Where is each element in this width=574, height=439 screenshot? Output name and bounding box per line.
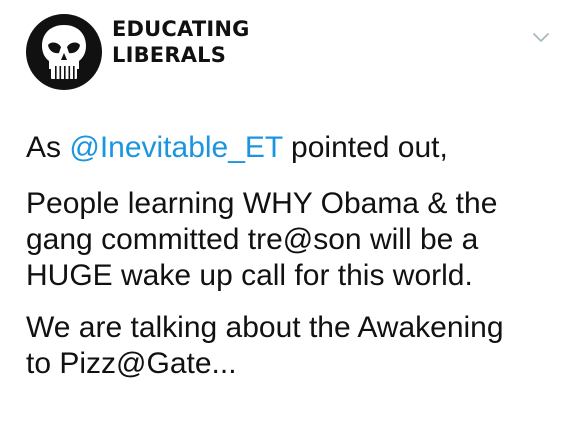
tweet-line: People learning WHY Obama & the bbox=[26, 187, 498, 220]
tweet-paragraph-1: As @Inevitable_ET pointed out, bbox=[26, 131, 448, 164]
tweet-line: gang committed tre@son will be a bbox=[26, 223, 479, 256]
mention-link[interactable]: @Inevitable_ET bbox=[69, 131, 282, 164]
tweet-line: HUGE wake up call for this world. bbox=[26, 259, 473, 292]
chevron-down-icon[interactable] bbox=[531, 28, 551, 48]
account-name-line2: LIBERALS bbox=[112, 43, 227, 67]
tweet-text: As @Inevitable_ET pointed out, People le… bbox=[26, 130, 556, 382]
tweet-line: to Pizz@Gate... bbox=[26, 347, 237, 380]
tweet-paragraph-2: People learning WHY Obama & the gang com… bbox=[26, 186, 556, 294]
account-name-line1: EDUCATING bbox=[112, 17, 250, 41]
punisher-skull-icon bbox=[42, 25, 86, 80]
tweet-paragraph-3: We are talking about the Awakening to Pi… bbox=[26, 310, 556, 382]
tweet-line: We are talking about the Awakening bbox=[26, 311, 504, 344]
avatar[interactable] bbox=[26, 14, 102, 90]
account-name[interactable]: EDUCATING LIBERALS bbox=[112, 16, 282, 68]
tweet-card: EDUCATING LIBERALS As @Inevitable_ET poi… bbox=[0, 0, 574, 439]
